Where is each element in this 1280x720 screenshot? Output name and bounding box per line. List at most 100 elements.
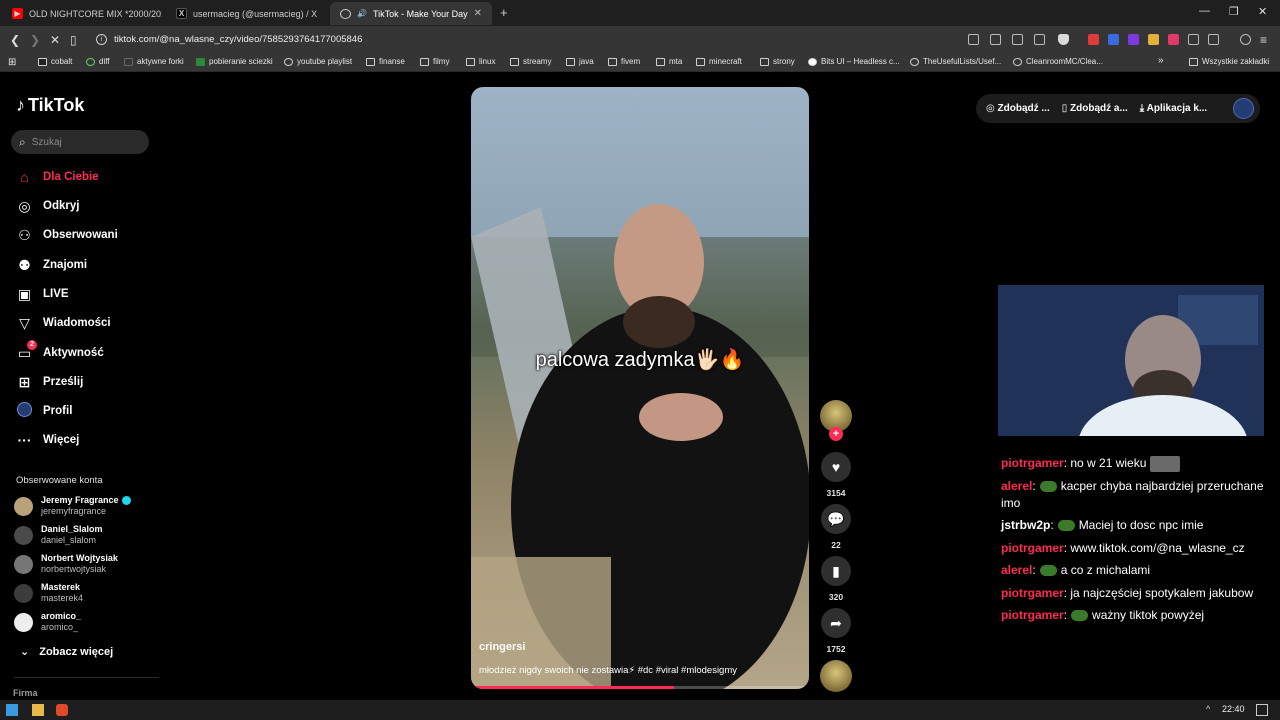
- nav-activity[interactable]: ▭ 2 Aktywność: [16, 339, 104, 363]
- close-window-icon[interactable]: ✕: [1258, 5, 1267, 18]
- comment-button[interactable]: 💬 22: [821, 504, 851, 550]
- bookmark-bits-ui[interactable]: Bits UI – Headless c...: [808, 57, 900, 66]
- bookmark-folder-linux[interactable]: linux: [466, 57, 495, 66]
- see-more-button[interactable]: ⌄ Zobacz więcej: [20, 645, 113, 659]
- tab-x[interactable]: X usermacieg (@usermacieg) / X: [166, 2, 328, 25]
- share-button[interactable]: ➦ 1752: [821, 608, 851, 654]
- bookmark-folder-fivem[interactable]: fivem: [608, 57, 640, 66]
- start-windows-icon[interactable]: [6, 704, 18, 716]
- phone-icon: ▯: [1061, 103, 1071, 114]
- chat-message: alerel: a co z michalami: [1001, 563, 1151, 577]
- tiktok-logo[interactable]: ♪ TikTok: [16, 95, 84, 116]
- nav-more[interactable]: ··· Więcej: [16, 430, 80, 450]
- download-app-button[interactable]: ⤓ Aplikacja k...: [1140, 103, 1207, 114]
- bookmark-folder-mta[interactable]: mta: [656, 57, 682, 66]
- nav-messages[interactable]: ▽ Wiadomości: [16, 313, 111, 333]
- search-placeholder: Szukaj: [31, 136, 62, 148]
- bookmark-aktywne-forki[interactable]: aktywne forki: [124, 57, 184, 66]
- comment-count: 22: [831, 540, 841, 550]
- extension-purple-icon[interactable]: [1128, 34, 1139, 45]
- new-tab-button[interactable]: +: [500, 5, 508, 20]
- forward-icon[interactable]: ❯: [30, 33, 40, 47]
- nav-following[interactable]: ⚇ Obserwowani: [16, 225, 118, 245]
- url-field[interactable]: i tiktok.com/@na_wlasne_czy/video/758529…: [92, 30, 882, 50]
- bookmark-cobalt[interactable]: cobalt: [38, 57, 72, 66]
- extensions-puzzle-icon[interactable]: [1188, 34, 1199, 45]
- nav-explore[interactable]: ◎ Odkryj: [16, 196, 79, 216]
- file-explorer-icon[interactable]: [32, 704, 44, 716]
- followed-account[interactable]: Masterek masterek4: [14, 580, 83, 606]
- bookmark-folder-strony[interactable]: strony: [760, 57, 795, 66]
- nav-friends[interactable]: ⚉ Znajomi: [16, 255, 87, 275]
- tab-tiktok[interactable]: 🔊 TikTok - Make Your Day ✕: [330, 2, 492, 25]
- taskbar-clock: 22:40: [1222, 704, 1245, 714]
- brave-browser-icon[interactable]: [56, 704, 68, 716]
- video-author[interactable]: cringersi: [479, 641, 525, 653]
- footer-company-link[interactable]: Firma: [13, 688, 38, 698]
- video-player[interactable]: palcowa zadymka🖐🏻🔥 cringersi młodzież ni…: [471, 87, 809, 689]
- bookmark-folder-finanse[interactable]: finanse: [366, 57, 405, 66]
- tab-youtube[interactable]: ▶ OLD NIGHTCORE MIX *2000/2010s*: [2, 2, 162, 25]
- sidebar-icon[interactable]: [1208, 34, 1219, 45]
- restore-icon[interactable]: ❐: [1229, 5, 1239, 18]
- bookmark-diff[interactable]: diff: [86, 57, 110, 66]
- search-input[interactable]: ⌕ Szukaj: [11, 130, 149, 154]
- bookmark-folder-filmy[interactable]: filmy: [420, 57, 449, 66]
- followed-account[interactable]: aromico_ aromico_: [14, 609, 81, 635]
- minimize-icon[interactable]: —: [1199, 5, 1210, 17]
- menu-icon[interactable]: ≡: [1260, 33, 1267, 47]
- stop-loading-icon[interactable]: ✕: [50, 33, 60, 47]
- translate-icon[interactable]: [1012, 34, 1023, 45]
- get-app-button[interactable]: ▯ Zdobądź a...: [1062, 103, 1128, 114]
- video-progress-bar[interactable]: [471, 686, 809, 689]
- search-icon: ⌕: [19, 134, 26, 149]
- music-icon[interactable]: [1240, 34, 1251, 45]
- x-logo-icon: X: [176, 8, 187, 19]
- bookmark-icon[interactable]: ▯: [70, 33, 77, 47]
- followed-account[interactable]: Norbert Wojtysiak norbertwojtysiak: [14, 551, 118, 577]
- extension-pink-icon[interactable]: [1168, 34, 1179, 45]
- sound-avatar[interactable]: [820, 660, 852, 692]
- back-icon[interactable]: ❮: [10, 33, 20, 47]
- nav-upload[interactable]: ⊞ Prześlij: [16, 372, 84, 392]
- save-button[interactable]: ▮ 320: [821, 556, 851, 602]
- nav-profile[interactable]: Profil: [16, 401, 72, 421]
- bookmark-cleanroommc[interactable]: CleanroomMC/Clea...: [1013, 57, 1103, 66]
- nav-for-you[interactable]: ⌂ Dla Ciebie: [16, 167, 98, 187]
- folder-icon: [608, 57, 617, 66]
- follow-plus-icon[interactable]: +: [829, 427, 843, 441]
- extension-yellow-icon[interactable]: [1148, 34, 1159, 45]
- bookmark-folder-minecraft[interactable]: minecraft: [696, 57, 742, 66]
- extension-icon[interactable]: [968, 34, 979, 45]
- divider: [14, 677, 159, 678]
- get-coins-button[interactable]: ◎ Zdobądź ...: [986, 103, 1050, 114]
- followed-account[interactable]: Daniel_Slalom daniel_slalom: [14, 522, 103, 548]
- close-tab-icon[interactable]: ✕: [474, 8, 482, 19]
- extension-red-icon[interactable]: [1088, 34, 1099, 45]
- bookmark-folder-java[interactable]: java: [566, 57, 594, 66]
- bookmark-pobieranie-sciezki[interactable]: pobieranie sciezki: [196, 57, 273, 66]
- chat-message: piotrgamer: no w 21 wieku: [1001, 455, 1271, 472]
- like-button[interactable]: ♥ 3154: [821, 452, 851, 498]
- youtube-icon: ▶: [12, 8, 23, 19]
- followed-account[interactable]: Jeremy Fragrance jeremyfragrance: [14, 493, 131, 519]
- bookmark-usefullists[interactable]: TheUsefulLists/Usef...: [910, 57, 1001, 66]
- all-bookmarks[interactable]: Wszystkie zakładki: [1189, 57, 1269, 66]
- avatar: [14, 525, 33, 545]
- share-icon[interactable]: [1034, 34, 1045, 45]
- nav-live[interactable]: ▣ LIVE: [16, 284, 69, 304]
- notifications-icon[interactable]: [1256, 704, 1268, 716]
- bookmark-folder-streamy[interactable]: streamy: [510, 57, 551, 66]
- brave-shield-icon[interactable]: [1058, 34, 1069, 45]
- bookmark-youtube-playlist[interactable]: youtube playlist: [284, 57, 352, 66]
- extension-blue-icon[interactable]: [1108, 34, 1119, 45]
- profile-avatar[interactable]: [1233, 98, 1254, 119]
- home-icon: ⌂: [20, 169, 29, 185]
- coin-icon: ◎: [986, 103, 998, 114]
- cast-icon[interactable]: [990, 34, 1001, 45]
- apps-grid-icon[interactable]: ⊞: [8, 57, 16, 68]
- site-info-icon[interactable]: i: [96, 34, 107, 45]
- more-bookmarks-icon[interactable]: »: [1158, 55, 1164, 66]
- github-icon: [910, 57, 919, 66]
- tray-chevron-icon[interactable]: ^: [1206, 704, 1210, 714]
